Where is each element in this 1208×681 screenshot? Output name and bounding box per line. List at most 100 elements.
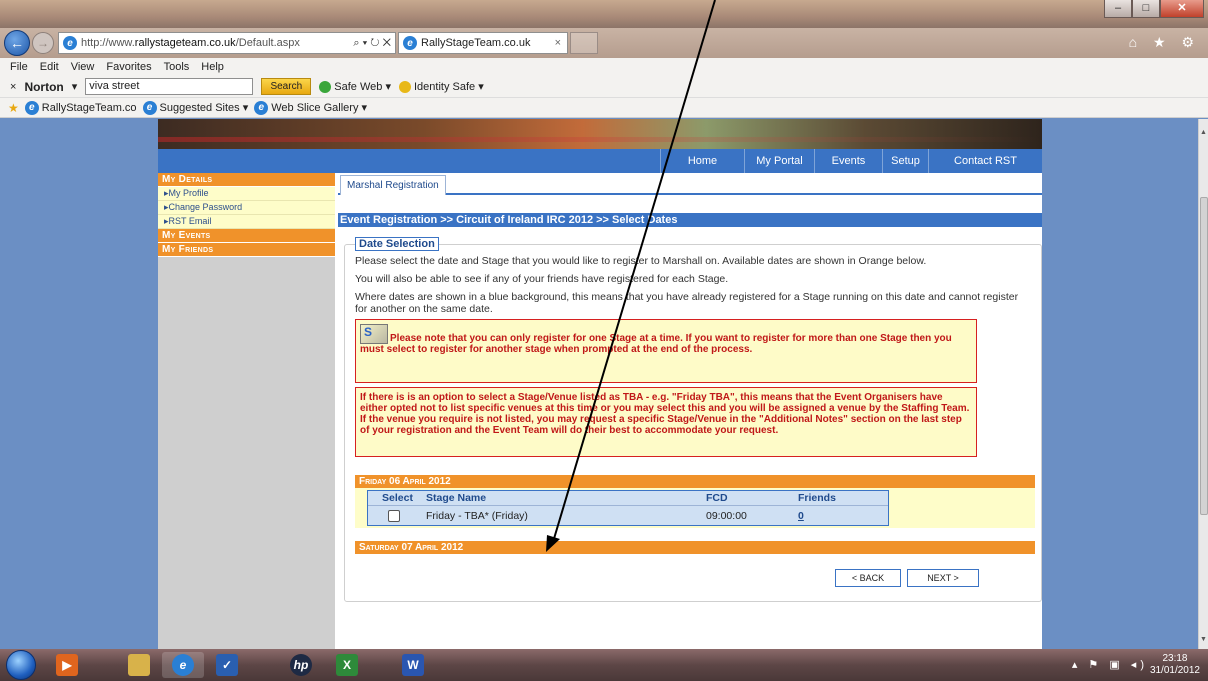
forward-button[interactable]: → [32,32,54,54]
nav-my-portal[interactable]: My Portal [744,149,814,173]
col-fcd: FCD [706,492,728,504]
taskbar-hp[interactable]: hp [280,652,322,678]
web-slice-icon: e [254,100,269,115]
menu-file[interactable]: File [10,61,28,73]
home-favorites-tools-icons[interactable]: ⌂ ★ ⚙ [1129,34,1200,51]
nav-setup[interactable]: Setup [882,149,928,173]
table-header: Select Stage Name FCD Friends [368,491,888,505]
section-title: Date Selection [355,237,439,251]
address-bar[interactable]: e http://www.rallystageteam.co.uk/Defaul… [58,32,396,54]
taskbar-ie[interactable]: e [162,652,204,678]
stage-select-radio[interactable] [388,510,400,522]
close-window-button[interactable]: ✕ [1160,0,1204,18]
fav-rallystageteam-label: RallyStageTeam.co [41,101,137,114]
norton-toolbar: × Norton ▾ viva street Search Safe Web ▾… [0,76,1208,98]
chevron-down-icon[interactable]: ▾ [72,80,78,93]
folder-icon [128,654,150,676]
date-selection-panel: Date Selection Please select the date an… [344,237,1042,602]
menu-edit[interactable]: Edit [40,61,59,73]
maximize-button[interactable]: □ [1132,0,1160,18]
col-stage-name: Stage Name [426,492,487,504]
select-cell [368,506,426,525]
taskbar-media-player[interactable]: ▶ [46,652,88,678]
site-top-nav: Home My Portal Events Setup Contact RST [158,149,1042,173]
sidebar-item-rst-email[interactable]: RST Email [158,215,335,229]
start-button[interactable] [6,650,36,680]
scroll-thumb[interactable] [1200,197,1208,515]
nav-contact-rst[interactable]: Contact RST [928,149,1042,173]
clock-time: 23:18 [1162,653,1188,664]
browser-tab[interactable]: e RallyStageTeam.co.uk × [398,32,568,54]
menu-bar: File Edit View Favorites Tools Help [0,58,1208,76]
norton-close-icon[interactable]: × [10,81,16,93]
clock-date: 31/01/2012 [1149,665,1200,676]
menu-favorites[interactable]: Favorites [106,61,151,73]
tab-favicon-icon: e [403,36,417,50]
nav-events[interactable]: Events [814,149,882,173]
hp-icon: hp [290,654,312,676]
sidebar-item-change-password[interactable]: Change Password [158,201,335,215]
browser-nav-row: ← → e http://www.rallystageteam.co.uk/De… [0,28,1208,58]
sidebar-my-details[interactable]: My Details [158,173,335,187]
taskbar-explorer[interactable] [118,652,160,678]
scroll-down-icon[interactable]: ▼ [1200,636,1207,643]
norton-search-button[interactable]: Search [261,78,312,95]
instructions-para-1: Please select the date and Stage that yo… [355,255,927,267]
url-text: http://www.rallystageteam.co.uk/Default.… [81,37,300,49]
friends-count-link[interactable]: 0 [798,510,804,522]
favorites-star-icon[interactable]: ★ [8,101,19,115]
ie-page-icon: e [63,36,77,50]
notice-tba: If there is is an option to select a Sta… [355,387,977,457]
next-nav-button[interactable]: NEXT > [907,569,979,587]
back-nav-button[interactable]: < BACK [835,569,901,587]
scroll-up-icon[interactable]: ▲ [1200,129,1207,136]
instructions-para-2: You will also be able to see if any of y… [355,273,729,285]
nav-home[interactable]: Home [660,149,744,173]
tab-close-icon[interactable]: × [555,37,567,49]
menu-view[interactable]: View [71,61,95,73]
taskbar-word[interactable]: W [392,652,434,678]
taskbar-clock[interactable]: 23:18 31/01/2012 [1150,653,1200,677]
stage-table: Select Stage Name FCD Friends Friday - T… [367,490,889,526]
new-tab-button[interactable] [570,32,598,54]
norton-search-input[interactable]: viva street [85,78,254,95]
back-button[interactable]: ← [4,30,30,56]
identity-safe-menu[interactable]: Identity Safe ▾ [398,80,484,93]
windows-taskbar: ▶ e ✓ hp X W ▴ ⚑ ▣ ◂) 23:18 31/01/2012 [0,649,1208,681]
address-controls[interactable]: ⌕ ▾ ↻ ✕ [353,37,395,50]
favorites-bar: ★ e RallyStageTeam.co e Suggested Sites ▾ … [0,98,1208,118]
fav-ie-icon: e [24,100,39,115]
sidebar-my-events[interactable]: My Events [158,229,335,243]
fav-web-slice-label: Web Slice Gallery ▾ [271,102,368,114]
tab-title: RallyStageTeam.co.uk [421,37,531,49]
taskbar-excel[interactable]: X [326,652,368,678]
notice-one-stage: Please note that you can only register f… [355,319,977,383]
sidebar-item-my-profile[interactable]: My Profile [158,187,335,201]
minimize-button[interactable]: – [1104,0,1132,18]
menu-help[interactable]: Help [201,61,224,73]
ie-icon: e [172,654,194,676]
fav-suggested-sites[interactable]: e Suggested Sites ▾ [142,100,248,115]
media-player-icon: ▶ [56,654,78,676]
page-scrollbar[interactable]: ▲ ▼ [1198,119,1208,649]
identity-safe-label: Identity Safe ▾ [413,81,484,93]
safe-web-label: Safe Web ▾ [334,81,391,93]
breadcrumb: Event Registration >> Circuit of Ireland… [338,213,1042,227]
norton-logo[interactable]: Norton [24,80,63,94]
notice-one-stage-text: Please note that you can only register f… [360,333,952,355]
stage-name-cell: Friday - TBA* (Friday) [426,510,528,522]
safe-web-icon [319,80,332,93]
fav-web-slice-gallery[interactable]: e Web Slice Gallery ▾ [254,100,368,115]
excel-icon: X [336,654,358,676]
fcd-cell: 09:00:00 [706,510,747,522]
tab-marshal-registration[interactable]: Marshal Registration [340,175,446,195]
site-sidebar: My Details My Profile Change Password RS… [158,173,335,649]
menu-tools[interactable]: Tools [164,61,190,73]
table-row: Friday - TBA* (Friday) 09:00:00 0 [368,505,888,525]
sidebar-my-friends[interactable]: My Friends [158,243,335,257]
system-tray[interactable]: ▴ ⚑ ▣ ◂) [1072,658,1148,671]
taskbar-app-check[interactable]: ✓ [206,652,248,678]
identity-safe-icon [398,80,411,93]
safe-web-menu[interactable]: Safe Web ▾ [319,80,391,93]
fav-rallystageteam[interactable]: e RallyStageTeam.co [24,100,137,115]
